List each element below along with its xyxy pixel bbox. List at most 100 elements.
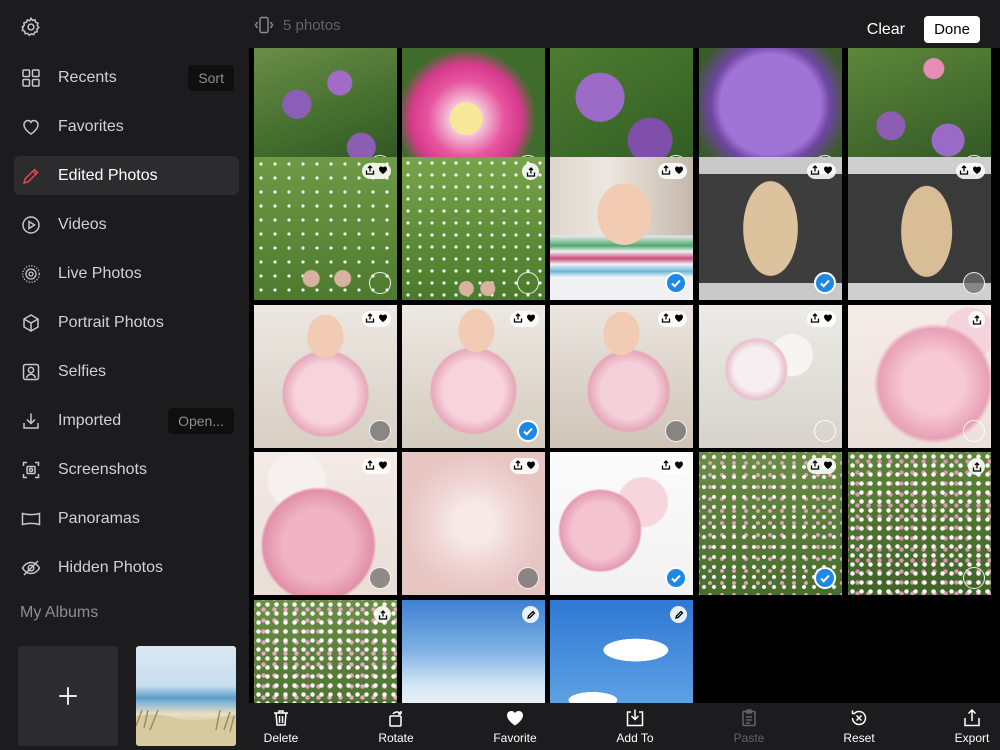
photo-thumbnail[interactable] [699, 157, 842, 300]
share-icon [513, 457, 523, 475]
edited-favorite-badge [807, 458, 836, 474]
favorite-button[interactable]: Favorite [483, 708, 547, 745]
share-icon [661, 310, 671, 328]
photo-thumbnail[interactable] [550, 452, 693, 595]
export-icon [962, 708, 982, 728]
sidebar: Recents Sort Favorites Edited Photos Vid… [0, 0, 249, 750]
sidebar-item-label: Edited Photos [58, 166, 158, 184]
sidebar-item-label: Recents [58, 68, 117, 86]
edited-favorite-badge [956, 163, 985, 179]
share-icon [661, 457, 671, 475]
share-icon [968, 458, 985, 475]
sidebar-item-label: Screenshots [58, 460, 147, 478]
share-icon [810, 162, 820, 180]
sidebar-item-portrait-photos[interactable]: Portrait Photos [14, 303, 239, 342]
toolbar-label: Rotate [378, 731, 414, 745]
sidebar-item-label: Portrait Photos [58, 313, 164, 331]
checkmark-selected-icon[interactable] [814, 567, 836, 589]
selection-circle[interactable] [963, 567, 985, 589]
photo-thumbnail[interactable] [402, 600, 545, 703]
reset-button[interactable]: Reset [827, 708, 891, 745]
photo-thumbnail[interactable] [699, 305, 842, 448]
photo-thumbnail[interactable] [254, 305, 397, 448]
photo-thumbnail[interactable] [402, 452, 545, 595]
share-icon [365, 162, 375, 180]
selection-circle[interactable] [665, 420, 687, 442]
sidebar-item-selfies[interactable]: Selfies [14, 352, 239, 391]
selection-circle[interactable] [369, 420, 391, 442]
photo-thumbnail[interactable] [848, 305, 991, 448]
sidebar-item-label: Imported [58, 411, 122, 429]
live-photo-icon [20, 263, 42, 285]
sidebar-item-edited-photos[interactable]: Edited Photos [14, 156, 239, 195]
sort-button[interactable]: Sort [188, 65, 234, 91]
rotate-icon [386, 708, 406, 728]
edited-favorite-badge [807, 163, 836, 179]
edited-favorite-badge [362, 458, 391, 474]
rotate-button[interactable]: Rotate [364, 708, 428, 745]
share-icon [365, 457, 375, 475]
clear-button[interactable]: Clear [867, 21, 905, 39]
selection-circle[interactable] [963, 420, 985, 442]
toolbar-label: Delete [263, 731, 299, 745]
photo-thumbnail[interactable] [550, 305, 693, 448]
paste-button[interactable]: Paste [717, 708, 781, 745]
export-button[interactable]: Export [940, 708, 1000, 745]
sidebar-item-imported[interactable]: Imported Open... [14, 401, 239, 440]
selection-circle[interactable] [963, 272, 985, 294]
panorama-icon [20, 508, 42, 530]
photo-thumbnail[interactable] [848, 157, 991, 300]
edited-favorite-badge [658, 311, 687, 327]
sidebar-toggle-icon[interactable] [254, 15, 274, 35]
sidebar-item-live-photos[interactable]: Live Photos [14, 254, 239, 293]
selection-circle[interactable] [814, 420, 836, 442]
sidebar-list: Recents Sort Favorites Edited Photos Vid… [0, 58, 249, 597]
photo-thumbnail[interactable] [550, 600, 693, 703]
sidebar-item-videos[interactable]: Videos [14, 205, 239, 244]
sidebar-item-label: Live Photos [58, 264, 142, 282]
sidebar-item-screenshots[interactable]: Screenshots [14, 450, 239, 489]
selection-circle[interactable] [517, 567, 539, 589]
share-icon [959, 162, 969, 180]
sidebar-item-label: Panoramas [58, 509, 140, 527]
selection-circle[interactable] [369, 567, 391, 589]
photo-thumbnail[interactable] [550, 157, 693, 300]
photo-thumbnail[interactable] [254, 600, 397, 703]
checkmark-selected-icon[interactable] [517, 420, 539, 442]
checkmark-selected-icon[interactable] [665, 272, 687, 294]
photo-thumbnail[interactable] [254, 452, 397, 595]
checkmark-selected-icon[interactable] [665, 567, 687, 589]
heart-icon [378, 310, 388, 328]
photo-thumbnail[interactable] [402, 305, 545, 448]
share-icon [810, 457, 820, 475]
sidebar-item-hidden-photos[interactable]: Hidden Photos [14, 548, 239, 587]
photo-thumbnail[interactable] [699, 452, 842, 595]
bottom-toolbar: Delete Rotate Favorite Add To Paste Rese… [249, 703, 1000, 750]
photo-thumbnail[interactable] [254, 157, 397, 300]
sidebar-item-favorites[interactable]: Favorites [14, 107, 239, 146]
heart-icon [526, 310, 536, 328]
sidebar-item-recents[interactable]: Recents Sort [14, 58, 239, 97]
album-thumbnail[interactable] [136, 646, 236, 746]
photo-grid [254, 48, 994, 703]
my-albums-heading: My Albums [20, 604, 99, 621]
edit-icon [670, 606, 687, 623]
toolbar-label: Reset [843, 731, 875, 745]
selection-circle[interactable] [369, 272, 391, 294]
gear-icon[interactable] [20, 16, 42, 38]
done-button[interactable]: Done [924, 16, 980, 43]
new-album-button[interactable] [18, 646, 118, 746]
trash-icon [271, 708, 291, 728]
open-button[interactable]: Open... [168, 408, 234, 434]
plus-icon [59, 687, 77, 705]
checkmark-selected-icon[interactable] [814, 272, 836, 294]
clipboard-icon [739, 708, 759, 728]
photo-thumbnail[interactable] [848, 452, 991, 595]
heart-icon [823, 457, 833, 475]
delete-button[interactable]: Delete [249, 708, 313, 745]
selection-circle[interactable] [517, 272, 539, 294]
share-icon [365, 310, 375, 328]
photo-thumbnail[interactable] [402, 157, 545, 300]
sidebar-item-panoramas[interactable]: Panoramas [14, 499, 239, 538]
add-to-button[interactable]: Add To [603, 708, 667, 745]
